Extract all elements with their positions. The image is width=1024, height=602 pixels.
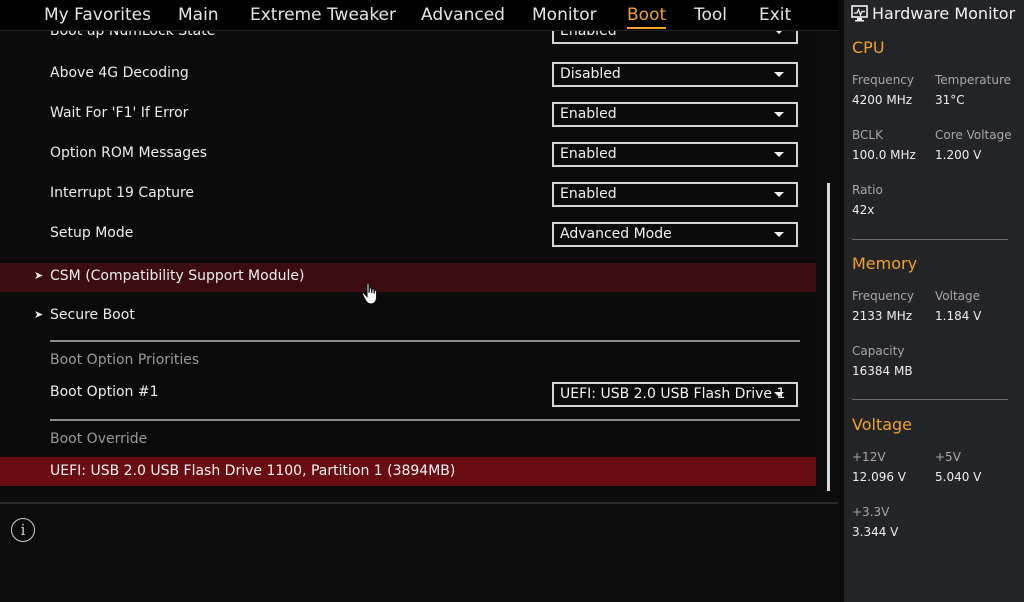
monitor-icon xyxy=(851,5,868,26)
memory-voltage-value: 1.184 V xyxy=(935,309,982,323)
submenu-csm[interactable]: ➤ CSM (Compatibility Support Module) xyxy=(0,263,816,292)
hardware-monitor-title: Hardware Monitor xyxy=(872,4,1016,23)
option-rom-label: Option ROM Messages xyxy=(50,145,208,161)
chevron-down-icon xyxy=(774,31,784,34)
v33-label: +3.3V xyxy=(852,505,890,519)
v5-value: 5.040 V xyxy=(935,470,982,484)
boot-override-title: Boot Override xyxy=(50,431,148,447)
chevron-down-icon xyxy=(774,72,784,77)
ratio-value: 42x xyxy=(852,203,875,217)
chevron-down-icon xyxy=(774,192,784,197)
hardware-monitor-header: Hardware Monitor xyxy=(844,0,1024,28)
memory-frequency-value: 2133 MHz xyxy=(852,309,913,323)
chevron-down-icon xyxy=(774,392,784,397)
bclk-label: BCLK xyxy=(852,128,883,142)
boot-settings-list: Boot up NumLock State Enabled Above 4G D… xyxy=(0,31,816,493)
boot-option-1-label: Boot Option #1 xyxy=(50,384,159,400)
boot-option-1-dropdown[interactable]: UEFI: USB 2.0 USB Flash Drive 1 xyxy=(552,382,798,407)
tab-main[interactable]: Main xyxy=(178,4,219,26)
v12-value: 12.096 V xyxy=(852,470,907,484)
chevron-down-icon xyxy=(774,152,784,157)
hardware-monitor-panel: Hardware Monitor CPU Frequency Temperatu… xyxy=(844,0,1024,602)
chevron-down-icon xyxy=(774,232,784,237)
hand-cursor-icon xyxy=(361,282,383,310)
boot-override-item-label: UEFI: USB 2.0 USB Flash Drive 1100, Part… xyxy=(50,463,456,479)
v33-value: 3.344 V xyxy=(852,525,899,539)
setup-mode-label: Setup Mode xyxy=(50,225,134,241)
interrupt19-dropdown[interactable]: Enabled xyxy=(552,182,798,207)
help-panel: i xyxy=(0,504,838,602)
tab-my-favorites[interactable]: My Favorites xyxy=(44,4,151,26)
bclk-value: 100.0 MHz xyxy=(852,148,916,162)
tab-extreme-tweaker[interactable]: Extreme Tweaker xyxy=(250,4,396,26)
cpu-section-title: CPU xyxy=(852,38,885,57)
chevron-right-icon: ➤ xyxy=(34,269,44,282)
setup-mode-dropdown[interactable]: Advanced Mode xyxy=(552,222,798,247)
cpu-temperature-value: 31°C xyxy=(935,93,965,107)
boot-option-1-value: UEFI: USB 2.0 USB Flash Drive 1 xyxy=(560,386,786,402)
core-voltage-value: 1.200 V xyxy=(935,148,982,162)
tab-exit[interactable]: Exit xyxy=(759,4,791,26)
divider xyxy=(50,419,800,421)
above4g-label: Above 4G Decoding xyxy=(50,65,189,81)
above4g-dropdown[interactable]: Disabled xyxy=(552,62,798,87)
submenu-secure-boot[interactable]: ➤ Secure Boot xyxy=(0,302,816,331)
wait-f1-dropdown[interactable]: Enabled xyxy=(552,102,798,127)
option-rom-value: Enabled xyxy=(560,146,617,162)
core-voltage-label: Core Voltage xyxy=(935,128,1012,142)
interrupt19-label: Interrupt 19 Capture xyxy=(50,185,194,201)
submenu-csm-label: CSM (Compatibility Support Module) xyxy=(50,268,305,284)
memory-section-title: Memory xyxy=(852,254,918,273)
divider xyxy=(50,340,800,342)
voltage-section-title: Voltage xyxy=(852,415,913,434)
setup-mode-value: Advanced Mode xyxy=(560,226,672,242)
divider xyxy=(852,239,1008,240)
numlock-label: Boot up NumLock State xyxy=(50,31,216,39)
tab-boot[interactable]: Boot xyxy=(627,4,667,29)
ratio-label: Ratio xyxy=(852,183,883,197)
tab-tool[interactable]: Tool xyxy=(694,4,727,26)
v12-label: +12V xyxy=(852,450,886,464)
submenu-secure-boot-label: Secure Boot xyxy=(50,307,135,323)
numlock-value: Enabled xyxy=(560,31,617,39)
capacity-label: Capacity xyxy=(852,344,905,358)
wait-f1-value: Enabled xyxy=(560,106,617,122)
info-icon: i xyxy=(11,518,35,542)
numlock-dropdown[interactable]: Enabled xyxy=(552,31,798,44)
boot-override-item[interactable]: UEFI: USB 2.0 USB Flash Drive 1100, Part… xyxy=(0,457,816,486)
wait-f1-label: Wait For 'F1' If Error xyxy=(50,105,189,121)
chevron-right-icon: ➤ xyxy=(34,308,44,321)
memory-frequency-label: Frequency xyxy=(852,289,914,303)
option-rom-dropdown[interactable]: Enabled xyxy=(552,142,798,167)
memory-voltage-label: Voltage xyxy=(935,289,981,303)
cpu-temperature-label: Temperature xyxy=(935,73,1012,87)
tab-monitor[interactable]: Monitor xyxy=(532,4,597,26)
divider xyxy=(852,399,1008,400)
interrupt19-value: Enabled xyxy=(560,186,617,202)
cpu-frequency-value: 4200 MHz xyxy=(852,93,913,107)
chevron-down-icon xyxy=(774,112,784,117)
boot-priorities-title: Boot Option Priorities xyxy=(50,352,200,368)
capacity-value: 16384 MB xyxy=(852,364,913,378)
above4g-value: Disabled xyxy=(560,66,621,82)
v5-label: +5V xyxy=(935,450,961,464)
scrollbar[interactable] xyxy=(827,183,830,491)
cpu-frequency-label: Frequency xyxy=(852,73,914,87)
top-menu-bar: My Favorites Main Extreme Tweaker Advanc… xyxy=(0,0,838,31)
tab-advanced[interactable]: Advanced xyxy=(421,4,505,26)
